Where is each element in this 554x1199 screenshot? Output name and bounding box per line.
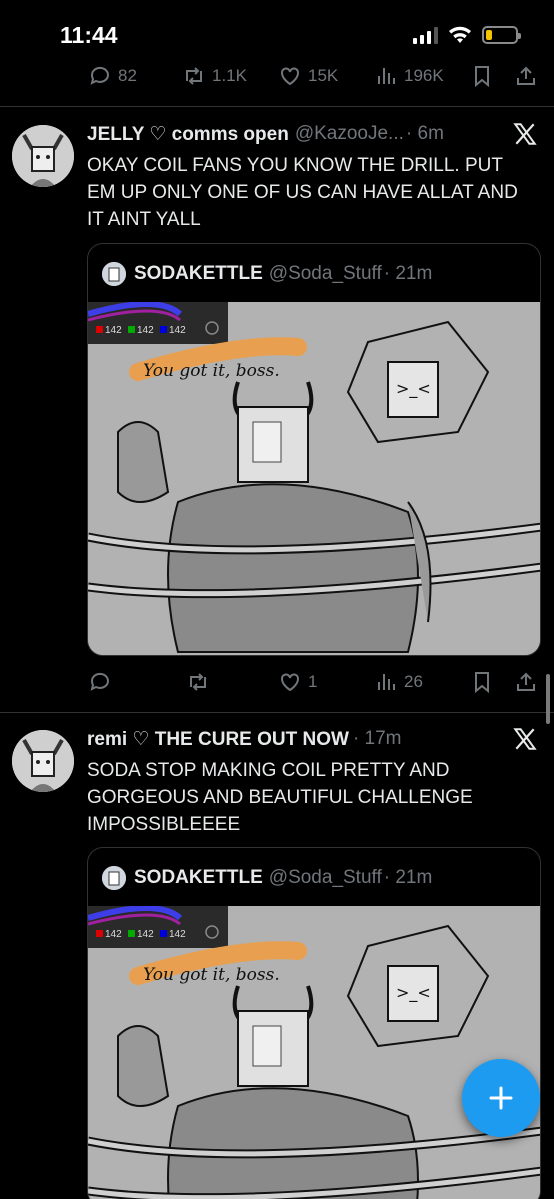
views-count: 26: [404, 672, 423, 691]
share-icon: [517, 672, 535, 691]
quoted-display-name: SODAKETTLE: [134, 263, 263, 284]
artwork-caption: You got it, boss.: [143, 361, 280, 381]
quoted-tweet[interactable]: SODAKETTLE @Soda_Stuff · 21m 142 142 142…: [87, 847, 541, 1199]
handle[interactable]: @KazooJe...: [295, 123, 404, 145]
views-button[interactable]: 196K: [374, 64, 444, 88]
views-button[interactable]: 26: [374, 670, 423, 694]
cellular-signal-icon: [413, 26, 438, 44]
bookmark-button[interactable]: [470, 64, 494, 88]
repost-button[interactable]: [186, 670, 210, 694]
scroll-indicator[interactable]: [546, 674, 550, 724]
quoted-avatar: [102, 866, 126, 890]
bookmark-icon: [475, 672, 489, 694]
compose-button[interactable]: [462, 1059, 540, 1137]
plus-icon: [489, 1086, 513, 1110]
reply-icon: [90, 672, 109, 691]
color-readout-g: 142: [137, 325, 154, 336]
tweet-header: JELLY ♡ comms open @KazooJe... · 6m: [87, 120, 554, 148]
like-count: 15K: [308, 66, 339, 85]
color-readout-b: 142: [169, 325, 186, 336]
reply-icon: [90, 66, 109, 85]
status-time: 11:44: [60, 22, 118, 48]
reply-button[interactable]: 82: [88, 64, 137, 88]
tweet-header: remi ♡ THE CURE OUT NOW · 17m: [87, 725, 554, 753]
quoted-tweet-header: SODAKETTLE @Soda_Stuff · 21m: [102, 262, 432, 286]
color-readout-g: 142: [137, 929, 154, 940]
like-button[interactable]: 1: [278, 670, 317, 694]
quoted-tweet[interactable]: SODAKETTLE @Soda_Stuff · 21m 142 142 142…: [87, 243, 541, 656]
previous-tweet-actions: 82 1.1K 15K 196K: [0, 56, 554, 96]
svg-text:>_<: >_<: [396, 983, 431, 1003]
timestamp[interactable]: · 6m: [406, 123, 444, 145]
color-readout-r: 142: [105, 325, 122, 336]
tweet-text: SODA STOP MAKING COIL PRETTY AND GORGEOU…: [87, 760, 473, 835]
tweet[interactable]: JELLY ♡ comms open @KazooJe... · 6m OKAY…: [0, 107, 554, 712]
quoted-handle: @Soda_Stuff: [268, 867, 382, 888]
bookmark-icon: [475, 66, 489, 88]
share-icon: [517, 66, 535, 85]
x-logo-icon: [513, 728, 537, 750]
artwork-caption: You got it, boss.: [143, 965, 280, 985]
x-logo-icon: [513, 123, 537, 145]
quoted-artwork-image[interactable]: 142 142 142 You got it, boss. >_<: [88, 906, 540, 1199]
quoted-avatar: [102, 262, 126, 286]
display-name[interactable]: remi ♡ THE CURE OUT NOW: [87, 728, 349, 751]
like-button[interactable]: 15K: [278, 64, 338, 88]
status-icons: [413, 26, 521, 44]
quoted-artwork-image[interactable]: 142 142 142 You got it, boss. >_<: [88, 302, 540, 655]
heart-icon: [281, 67, 299, 86]
quoted-timestamp: · 21m: [383, 867, 433, 888]
views-icon: [378, 674, 395, 690]
tweet-text: OKAY COIL FANS YOU KNOW THE DRILL. PUT E…: [87, 155, 518, 230]
reply-count: 82: [118, 66, 137, 85]
views-count: 196K: [404, 66, 444, 85]
tweet[interactable]: remi ♡ THE CURE OUT NOW · 17m SODA STOP …: [0, 713, 554, 1199]
repost-button[interactable]: 1.1K: [182, 64, 247, 88]
bookmark-button[interactable]: [470, 670, 494, 694]
quoted-tweet-header: SODAKETTLE @Soda_Stuff · 21m: [102, 866, 432, 890]
quoted-handle: @Soda_Stuff: [268, 263, 382, 284]
battery-icon: [482, 26, 521, 44]
quoted-timestamp: · 21m: [383, 263, 433, 284]
like-count: 1: [308, 672, 318, 691]
tweet-actions: 1 26: [0, 662, 554, 702]
share-button[interactable]: [514, 64, 538, 88]
timestamp[interactable]: · 17m: [353, 728, 402, 750]
repost-icon: [186, 67, 202, 85]
quoted-display-name: SODAKETTLE: [134, 867, 263, 888]
color-readout-r: 142: [105, 929, 122, 940]
repost-icon: [190, 673, 206, 691]
avatar[interactable]: [12, 125, 74, 187]
views-icon: [378, 68, 395, 84]
avatar[interactable]: [12, 730, 74, 792]
display-name[interactable]: JELLY ♡ comms open: [87, 123, 289, 146]
svg-text:>_<: >_<: [396, 379, 431, 399]
reply-button[interactable]: [88, 670, 112, 694]
share-button[interactable]: [514, 670, 538, 694]
color-readout-b: 142: [169, 929, 186, 940]
heart-icon: [281, 673, 299, 692]
wifi-icon: [449, 26, 471, 43]
repost-count: 1.1K: [212, 66, 247, 85]
